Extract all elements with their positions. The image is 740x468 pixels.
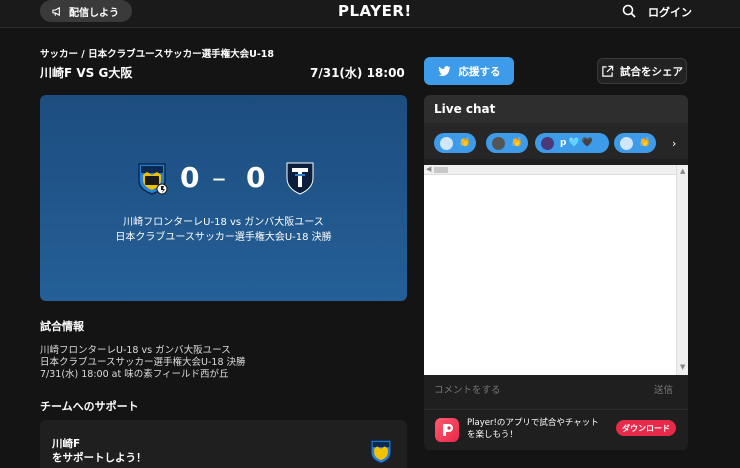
team-support-heading: チームへのサポート <box>40 400 139 413</box>
top-bar: 配信しよう PLAYER! ログイン <box>0 0 740 28</box>
kawasaki-frontale-crest-icon <box>370 439 392 464</box>
twitter-bird-icon <box>437 65 450 76</box>
app-promo-line1: Player!のアプリで試合やチャット <box>467 418 599 428</box>
live-chat-panel: Live chat 👏 👏 𝗽 🩵 🖤 👏 › ◀ ▲ ▼ コメントをする 送信… <box>424 95 688 450</box>
avatar <box>620 136 633 150</box>
share-match-button[interactable]: 試合をシェア <box>597 58 687 84</box>
support-team-name: 川崎F <box>52 438 81 450</box>
breadcrumb[interactable]: サッカー / 日本クラブユースサッカー選手権大会U-18 <box>40 46 274 60</box>
send-button[interactable]: 送信 <box>654 382 673 396</box>
app-promo-line2: を楽しもう！ <box>467 430 518 440</box>
start-streaming-label: 配信しよう <box>69 7 119 19</box>
scoreboard: 0 – 0 川崎フロンターレU-18 vs ガンバ大阪ユース 日本クラブユースサ… <box>40 95 407 301</box>
share-icon <box>602 65 614 77</box>
match-info-heading: 試合情報 <box>40 320 84 333</box>
clap-icon: 👏 <box>459 138 471 148</box>
app-promo-text: Player!のアプリで試合やチャット を楽しもう！ <box>467 417 599 441</box>
live-chat-header: Live chat <box>424 95 688 123</box>
chat-messages-frame[interactable]: ◀ ▲ ▼ <box>424 165 688 375</box>
reaction-pill[interactable]: 👏 <box>486 133 529 153</box>
scroll-down-icon[interactable]: ▼ <box>680 363 685 371</box>
megaphone-icon <box>52 6 60 16</box>
scrollbar-thumb[interactable] <box>434 167 448 173</box>
app-download-banner: Player!のアプリで試合やチャット を楽しもう！ ダウンロード <box>424 409 688 450</box>
app-logo[interactable]: PLAYER! <box>338 2 412 20</box>
support-team-cta: をサポートしよう！ <box>52 452 147 464</box>
support-team-text: 川崎F をサポートしよう！ <box>52 437 147 465</box>
kawasaki-frontale-crest-icon <box>138 163 168 195</box>
reaction-pill[interactable]: 𝗽 🩵 🖤 <box>535 133 609 153</box>
support-team-card[interactable]: 川崎F をサポートしよう！ <box>40 420 407 468</box>
horizontal-scrollbar[interactable]: ◀ <box>424 165 676 175</box>
search-icon[interactable] <box>622 4 636 18</box>
black-heart-icon: 🖤 <box>581 138 593 148</box>
cheer-label: 応援する <box>458 65 501 78</box>
avatar <box>492 136 505 150</box>
scoreboard-teams: 川崎フロンターレU-18 vs ガンバ大阪ユース <box>123 217 324 228</box>
away-score: 0 <box>246 161 268 194</box>
reaction-pill[interactable]: 👏 <box>614 133 657 153</box>
reaction-strip: 👏 👏 𝗽 🩵 🖤 👏 › <box>424 123 688 159</box>
clap-icon: 👏 <box>511 138 523 148</box>
share-label: 試合をシェア <box>620 65 683 78</box>
gamba-osaka-crest-icon <box>286 162 314 195</box>
scroll-up-icon[interactable]: ▲ <box>680 167 685 175</box>
home-score: 0 <box>180 161 202 194</box>
vertical-scrollbar[interactable]: ▲ ▼ <box>676 165 688 375</box>
login-link[interactable]: ログイン <box>648 4 692 20</box>
scoreboard-tournament: 日本クラブユースサッカー選手権大会U-18 決勝 <box>115 232 332 243</box>
download-button[interactable]: ダウンロード <box>616 420 676 436</box>
comment-input[interactable]: コメントをする <box>434 382 501 396</box>
avatar <box>440 136 453 150</box>
match-info-venue: 7/31(水) 18:00 at 味の素フィールド西が丘 <box>40 369 229 380</box>
live-chat-title: Live chat <box>434 102 496 116</box>
blue-heart-icon: 🩵 <box>568 138 580 148</box>
player-app-icon <box>435 418 459 442</box>
start-streaming-button[interactable]: 配信しよう <box>40 0 132 22</box>
clap-icon: 👏 <box>639 138 651 148</box>
match-title: 川崎F VS G大阪 <box>40 66 133 80</box>
p-icon: 𝗽 <box>560 138 567 148</box>
cheer-button[interactable]: 応援する <box>424 57 514 85</box>
avatar <box>541 136 554 150</box>
reaction-pill[interactable]: 👏 <box>434 133 477 153</box>
match-datetime: 7/31(水) 18:00 <box>310 66 405 80</box>
scroll-left-icon[interactable]: ◀ <box>426 165 431 173</box>
score-separator: – <box>212 161 228 194</box>
chevron-right-icon[interactable]: › <box>672 137 676 150</box>
